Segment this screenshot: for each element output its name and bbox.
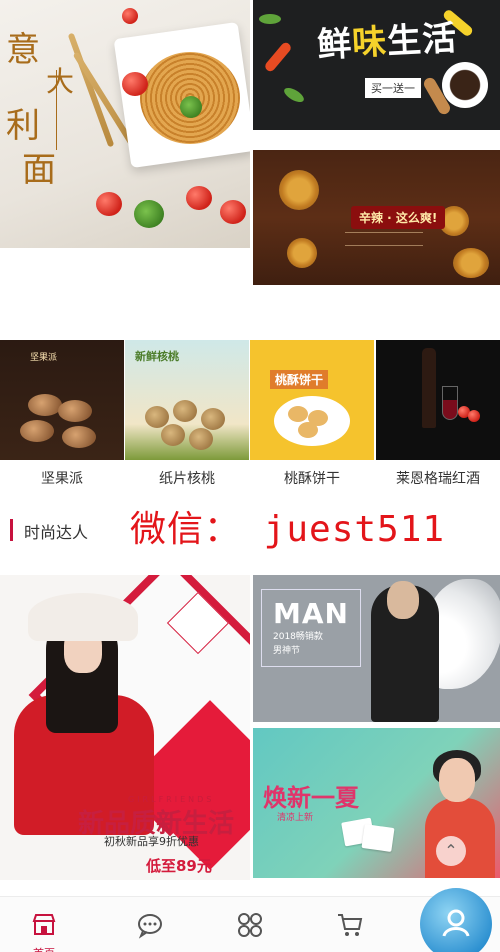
pasta-title-char: 意	[6, 30, 42, 70]
category-item[interactable]: 莱恩格瑞红酒	[376, 340, 500, 496]
category-label: 莱恩格瑞红酒	[396, 471, 480, 487]
arrow-up-icon: ⌃	[444, 841, 458, 860]
spicy-banner-title: 辛辣 · 这么爽!	[351, 206, 446, 229]
wine-bottle-image	[422, 348, 436, 428]
nut-image	[58, 400, 92, 422]
banner-title: 焕新一夏	[263, 784, 359, 812]
tab-categories[interactable]	[230, 911, 270, 951]
section-accent-bar	[10, 519, 13, 541]
banner-summer[interactable]: 焕新一夏 清凉上新 ⌃	[253, 728, 500, 878]
berry-image	[468, 410, 480, 422]
walnut-image	[145, 406, 169, 428]
banner-subtitle: 初秋新品享9折优惠	[104, 835, 199, 848]
fresh-banner-title: 鲜味生活	[316, 10, 458, 66]
promo-tag: 买一送一	[365, 78, 421, 98]
scroll-top-button[interactable]: ⌃	[436, 836, 466, 866]
spice-bowl-image	[279, 170, 319, 210]
tab-cart[interactable]	[330, 911, 370, 951]
broccoli-image	[180, 96, 202, 118]
category-image: 坚果派	[0, 340, 124, 460]
category-label: 桃酥饼干	[284, 471, 340, 487]
banner-tag: 男神节	[273, 646, 301, 656]
chat-icon	[138, 914, 162, 939]
leaf-decoration	[281, 85, 307, 105]
fresh-title-part: 生活	[386, 18, 459, 62]
grid-icon	[238, 913, 262, 937]
banner-man[interactable]: MAN 2018畅销款 男神节	[253, 575, 500, 722]
banner-subtitle: 清凉上新	[277, 813, 314, 823]
section-title: 时尚达人	[24, 523, 89, 542]
model-face	[387, 581, 419, 619]
category-item[interactable]: 坚果派 坚果派	[0, 340, 124, 496]
tomato-image	[122, 72, 148, 96]
coupon-card	[361, 824, 395, 852]
spice-bowl-image	[287, 238, 317, 268]
coffee-cup-image	[442, 62, 488, 108]
cookie-image	[298, 422, 318, 438]
banner-subtitle: 2018畅销款	[273, 632, 323, 642]
banner-pasta[interactable]: 意大 利 面	[0, 0, 250, 248]
pepper-decoration	[263, 40, 293, 74]
model-hat	[28, 593, 138, 641]
price-text: 低至89元	[146, 857, 212, 875]
walnut-image	[161, 424, 185, 446]
spicy-divider	[345, 232, 423, 246]
nut-image	[28, 394, 62, 416]
fresh-title-part: 味	[351, 22, 389, 64]
banner-spicy[interactable]: 辛辣 · 这么爽!	[253, 150, 500, 285]
cookie-image	[288, 406, 308, 422]
tab-home-label: 首页	[24, 945, 64, 952]
customer-service-button[interactable]	[420, 888, 492, 952]
tab-home[interactable]: 首页	[24, 911, 64, 952]
category-image	[376, 340, 500, 460]
pasta-divider	[56, 70, 68, 150]
category-label: 纸片核桃	[159, 471, 215, 487]
leaf-decoration	[259, 14, 281, 24]
category-label: 坚果派	[41, 471, 83, 487]
tomato-image	[186, 186, 212, 210]
nut-image	[62, 426, 96, 448]
walnut-image	[173, 400, 197, 422]
walnut-image	[189, 428, 213, 450]
app-screen: 意大 利 面 鲜味生活 买一送一 辛辣 · 这么爽! 坚果派 坚果派 新鲜核桃 …	[0, 0, 500, 952]
tomato-image	[220, 200, 246, 224]
nut-image	[20, 420, 54, 442]
pasta-title-char: 面	[22, 150, 58, 190]
wine-glass-image	[442, 386, 458, 420]
category-image: 桃酥饼干	[250, 340, 374, 460]
tab-messages[interactable]	[130, 911, 170, 951]
category-image-caption: 坚果派	[30, 353, 58, 363]
category-item[interactable]: 新鲜核桃 纸片核桃	[125, 340, 249, 496]
walnut-image	[201, 408, 225, 430]
broccoli-image	[134, 200, 164, 228]
store-icon	[32, 914, 56, 935]
tomato-image	[122, 8, 138, 24]
model-face	[439, 758, 475, 802]
spice-bowl-image	[453, 248, 489, 278]
customer-service-icon	[442, 909, 470, 937]
category-image: 新鲜核桃	[125, 340, 249, 460]
watermark-text: 微信： juest511	[130, 509, 446, 550]
tomato-image	[96, 192, 122, 216]
fresh-title-part: 鲜	[316, 23, 354, 66]
category-item[interactable]: 桃酥饼干 桃酥饼干	[250, 340, 374, 496]
category-image-caption: 新鲜核桃	[135, 350, 179, 363]
banner-title: MAN	[273, 597, 349, 630]
banner-fresh-life[interactable]: 鲜味生活 买一送一	[253, 0, 500, 130]
category-image-caption: 桃酥饼干	[270, 370, 329, 389]
banner-new-quality[interactable]: GIRLFRIENDS 新品质新生活 初秋新品享9折优惠 低至89元	[0, 575, 250, 880]
cart-icon	[338, 914, 363, 936]
